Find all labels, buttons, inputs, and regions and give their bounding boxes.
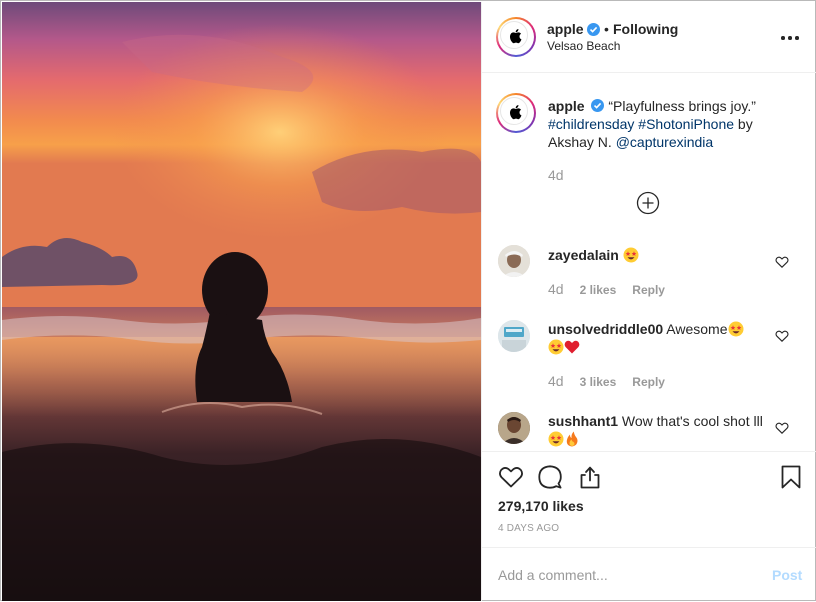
post-photo[interactable] xyxy=(2,2,481,601)
save-bookmark-icon[interactable] xyxy=(778,464,804,490)
apple-logo-icon xyxy=(509,105,522,120)
post-side-panel: apple • Following Velsao Beach apple “Pl… xyxy=(481,2,816,601)
comment-meta: 4d 3 likes Reply xyxy=(548,373,665,389)
post-likes-count[interactable]: 279,170 likes xyxy=(498,498,584,514)
comment-likes[interactable]: 3 likes xyxy=(580,375,617,389)
mention-capturexindia[interactable]: @capturexindia xyxy=(616,134,714,150)
comment-like-heart-icon[interactable] xyxy=(775,255,789,269)
comment-meta: 4d 2 likes Reply xyxy=(548,281,665,297)
avatar[interactable] xyxy=(498,320,530,352)
comment-likes[interactable]: 2 likes xyxy=(580,283,617,297)
post-timestamp[interactable]: 4 DAYS AGO xyxy=(498,523,559,534)
sunset-beach-photo xyxy=(2,2,481,601)
comment-bubble-icon[interactable] xyxy=(537,464,563,490)
more-options-icon[interactable] xyxy=(778,26,802,50)
verified-badge-icon xyxy=(591,99,605,112)
apple-avatar[interactable] xyxy=(496,17,536,57)
hashtag-childrensday[interactable]: #childrensday xyxy=(548,116,634,132)
comments-list[interactable]: apple “Playfulness brings joy.” #childre… xyxy=(482,73,816,451)
avatar[interactable] xyxy=(498,412,530,444)
post-caption: apple “Playfulness brings joy.” #childre… xyxy=(548,97,798,151)
star-struck-emoji-icon xyxy=(548,339,564,355)
star-struck-emoji-icon xyxy=(728,321,743,337)
comment-username[interactable]: zayedalain xyxy=(548,247,619,263)
post-actions: 279,170 likes 4 DAYS AGO Post xyxy=(482,451,816,601)
comment-text: zayedalain xyxy=(548,246,773,264)
comment-like-heart-icon[interactable] xyxy=(775,329,789,343)
comment-username[interactable]: unsolvedriddle00 xyxy=(548,321,663,337)
apple-logo-icon xyxy=(509,29,522,44)
red-heart-emoji-icon xyxy=(564,340,580,354)
fire-emoji-icon xyxy=(566,431,578,447)
location-link[interactable]: Velsao Beach xyxy=(547,39,620,53)
caption-timestamp[interactable]: 4d xyxy=(548,167,564,183)
plus-circle-icon xyxy=(636,191,660,215)
header-username[interactable]: apple xyxy=(547,21,584,37)
following-button[interactable]: Following xyxy=(613,21,678,37)
comment-timestamp[interactable]: 4d xyxy=(548,281,564,297)
star-struck-emoji-icon xyxy=(623,247,639,263)
instagram-post-window: apple • Following Velsao Beach apple “Pl… xyxy=(0,0,816,601)
verified-badge-icon xyxy=(587,23,600,36)
comment-like-heart-icon[interactable] xyxy=(775,421,789,435)
like-heart-icon[interactable] xyxy=(498,464,524,490)
reply-button[interactable]: Reply xyxy=(632,375,665,389)
comment-text: unsolvedriddle00 Awesome xyxy=(548,320,773,356)
user-photo-icon xyxy=(498,320,530,352)
post-header: apple • Following Velsao Beach xyxy=(482,2,816,73)
star-struck-emoji-icon xyxy=(548,431,564,447)
caption-avatar[interactable] xyxy=(496,93,536,133)
user-photo-icon xyxy=(498,412,530,444)
avatar[interactable] xyxy=(498,245,530,277)
comment-input[interactable] xyxy=(498,565,758,585)
caption-quote: “Playfulness brings joy.” xyxy=(604,98,756,114)
share-icon[interactable] xyxy=(577,464,603,490)
user-photo-icon xyxy=(498,245,530,277)
hashtag-shotoniphone[interactable]: #ShotoniPhone xyxy=(638,116,734,132)
add-comment-bar: Post xyxy=(482,547,816,602)
comment-text: sushhant1 Wow that's cool shot lll xyxy=(548,412,773,448)
load-more-comments-button[interactable] xyxy=(636,191,660,215)
header-separator: • xyxy=(604,21,609,37)
comment-timestamp[interactable]: 4d xyxy=(548,373,564,389)
caption-username[interactable]: apple xyxy=(548,98,585,114)
comment-username[interactable]: sushhant1 xyxy=(548,413,618,429)
reply-button[interactable]: Reply xyxy=(632,283,665,297)
post-button[interactable]: Post xyxy=(772,567,802,583)
